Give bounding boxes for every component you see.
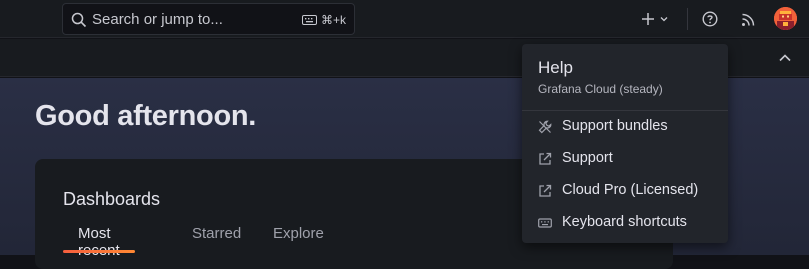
search-shortcut-hint: ⌘+k: [301, 13, 346, 27]
help-menu: Help Grafana Cloud (steady) Support bund…: [522, 44, 728, 243]
tab-label: Explore: [273, 225, 324, 242]
tab-label: Starred: [192, 225, 242, 242]
wrench-icon: [538, 120, 552, 134]
news-button[interactable]: [741, 10, 756, 28]
keyboard-icon: [538, 218, 552, 228]
menu-item-label: Support: [562, 150, 613, 166]
menu-item-cloud-pro[interactable]: Cloud Pro (Licensed): [522, 176, 728, 206]
page-title: Good afternoon.: [35, 100, 257, 132]
external-link-icon: [539, 152, 552, 165]
menu-divider: [522, 110, 728, 111]
chevron-down-icon: [660, 17, 668, 22]
plus-icon: [642, 13, 654, 25]
user-avatar[interactable]: [774, 7, 797, 30]
menu-item-label: Keyboard shortcuts: [562, 214, 687, 230]
help-icon: [702, 11, 718, 27]
chevron-up-icon[interactable]: [778, 53, 792, 63]
external-link-icon: [539, 184, 552, 197]
menu-item-support-bundles[interactable]: Support bundles: [522, 112, 728, 142]
shortcut-label: ⌘+k: [320, 13, 346, 27]
menu-item-label: Cloud Pro (Licensed): [562, 182, 699, 198]
help-menu-version: Grafana Cloud (steady): [538, 82, 663, 96]
keyboard-icon: [301, 15, 317, 25]
top-navigation-bar: Search or jump to... ⌘+k: [0, 0, 809, 38]
search-placeholder: Search or jump to...: [92, 11, 223, 28]
rss-icon: [742, 13, 755, 26]
menu-item-keyboard-shortcuts[interactable]: Keyboard shortcuts: [522, 208, 728, 238]
new-dropdown-button[interactable]: [641, 10, 669, 28]
avatar-icon: [774, 7, 797, 30]
help-menu-title: Help: [538, 58, 573, 77]
tab-label: Most recent: [78, 225, 120, 259]
tab-most-recent[interactable]: Most recent: [63, 225, 135, 259]
card-title: Dashboards: [63, 189, 161, 209]
search-icon: [71, 12, 87, 28]
tab-explore[interactable]: Explore: [258, 225, 339, 253]
menu-item-support[interactable]: Support: [522, 144, 728, 174]
help-button[interactable]: [702, 10, 718, 28]
tab-starred[interactable]: Starred: [177, 225, 256, 253]
toolbar-divider: [687, 8, 688, 30]
menu-item-label: Support bundles: [562, 118, 668, 134]
search-input[interactable]: Search or jump to... ⌘+k: [62, 3, 355, 35]
